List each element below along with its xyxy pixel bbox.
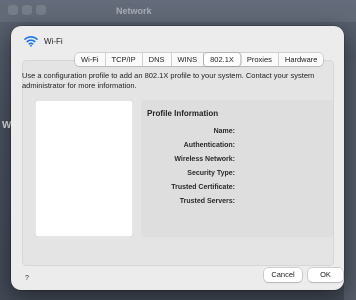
tab-wins[interactable]: WINS xyxy=(172,53,205,66)
wifi-icon xyxy=(24,36,38,47)
profile-information-box: Profile Information Name: Authentication… xyxy=(141,100,333,237)
tab-8021x[interactable]: 802.1X xyxy=(204,53,241,66)
profile-list[interactable] xyxy=(35,100,133,237)
help-button[interactable]: ? xyxy=(22,274,32,284)
field-label-trusted-certificate: Trusted Certificate: xyxy=(171,184,235,191)
tab-dns[interactable]: DNS xyxy=(143,53,172,66)
field-label-wireless-network: Wireless Network: xyxy=(174,156,235,163)
field-label-security-type: Security Type: xyxy=(187,170,235,177)
field-label-name: Name: xyxy=(213,128,235,135)
window-zoom-control[interactable] xyxy=(36,5,46,15)
profile-information-title: Profile Information xyxy=(147,109,219,118)
description-text: Use a configuration profile to add an 80… xyxy=(22,71,315,90)
tab-tcpip[interactable]: TCP/IP xyxy=(106,53,143,66)
ok-button[interactable]: OK xyxy=(308,268,343,282)
wifi-settings-sheet: Wi-Fi Wi-Fi TCP/IP DNS WINS 802.1X Proxi… xyxy=(11,26,344,290)
background-strip xyxy=(344,60,356,300)
sheet-title: Wi-Fi xyxy=(44,37,63,46)
window-minimize-control[interactable] xyxy=(22,5,32,15)
field-label-trusted-servers: Trusted Servers: xyxy=(179,198,235,205)
tab-hardware[interactable]: Hardware xyxy=(279,53,324,66)
tab-proxies[interactable]: Proxies xyxy=(241,53,279,66)
tab-bar: Wi-Fi TCP/IP DNS WINS 802.1X Proxies Har… xyxy=(75,53,324,66)
window-close-control[interactable] xyxy=(8,5,18,15)
background-window-title: Network xyxy=(116,6,152,16)
cancel-button[interactable]: Cancel xyxy=(264,268,302,282)
field-label-authentication: Authentication: xyxy=(183,142,235,149)
tab-wifi[interactable]: Wi-Fi xyxy=(75,53,106,66)
background-titlebar xyxy=(0,0,356,22)
